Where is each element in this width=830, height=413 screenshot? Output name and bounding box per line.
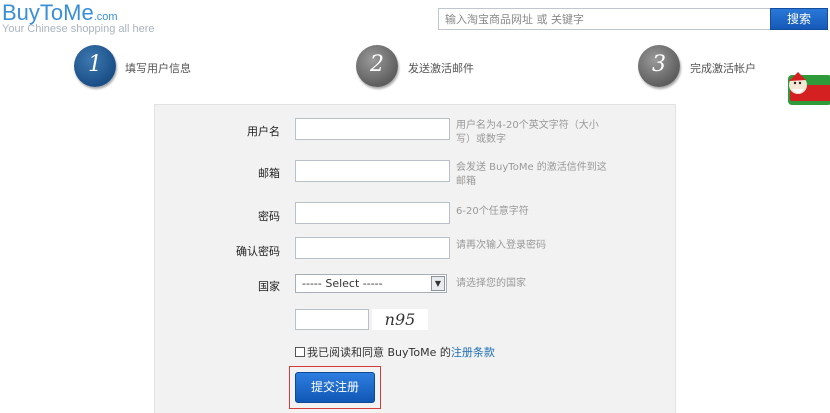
confirm-password-field[interactable] — [295, 237, 450, 259]
captcha-image[interactable]: n95 — [372, 309, 428, 330]
email-label: 邮箱 — [258, 167, 280, 180]
country-label: 国家 — [258, 280, 280, 293]
username-hint: 用户名为4-20个英文字符（大小写）或数字 — [456, 120, 599, 145]
step-2-icon: 2 — [356, 45, 398, 87]
terms-link[interactable]: 注册条款 — [451, 346, 495, 359]
terms-agreement: 我已阅读和同意 BuyToMe 的注册条款 — [295, 344, 495, 360]
confirm-password-hint: 请再次输入登录密码 — [456, 240, 546, 251]
christmas-badge-icon[interactable] — [786, 71, 830, 107]
username-label: 用户名 — [247, 125, 280, 138]
search-button[interactable]: 搜索 — [770, 8, 828, 30]
logo-text: BuyToMe — [2, 0, 94, 25]
country-selected-value: ----- Select ----- — [302, 277, 383, 290]
country-select[interactable]: ----- Select ----- ▼ — [295, 274, 447, 293]
password-label: 密码 — [258, 210, 280, 223]
confirm-password-label: 确认密码 — [236, 245, 280, 258]
search-input[interactable] — [438, 8, 772, 30]
step-1-label: 填写用户信息 — [125, 62, 191, 75]
step-3-icon: 3 — [638, 45, 680, 87]
captcha-field[interactable] — [295, 309, 369, 330]
step-1-icon: 1 — [74, 45, 116, 87]
logo-domain: .com — [93, 11, 118, 23]
terms-checkbox[interactable] — [295, 347, 305, 357]
submit-highlight: 提交注册 — [289, 366, 381, 409]
chevron-down-icon[interactable]: ▼ — [431, 276, 445, 291]
submit-button[interactable]: 提交注册 — [295, 372, 375, 403]
password-hint: 6-20个任意字符 — [456, 206, 529, 217]
email-field[interactable] — [295, 160, 450, 182]
step-2-label: 发送激活邮件 — [408, 62, 474, 75]
email-hint: 会发送 BuyToMe 的激活信件到这邮箱 — [456, 162, 607, 187]
country-hint: 请选择您的国家 — [456, 278, 526, 289]
terms-text: 我已阅读和同意 BuyToMe 的 — [307, 346, 451, 359]
step-3-label: 完成激活帐户 — [690, 62, 756, 75]
username-field[interactable] — [295, 118, 450, 140]
logo-tagline: Your Chinese shopping all here — [2, 23, 155, 35]
password-field[interactable] — [295, 202, 450, 224]
